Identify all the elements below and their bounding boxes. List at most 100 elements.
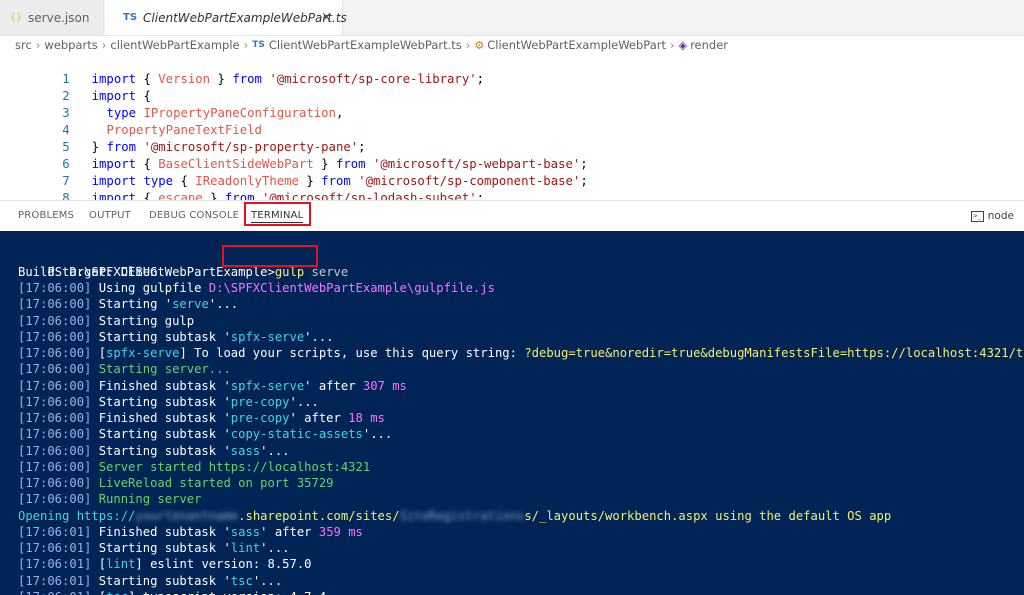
terminal-text: lint xyxy=(106,557,136,572)
timestamp: [17:06:00] xyxy=(18,362,92,377)
terminal-text: Starting subtask ' xyxy=(91,541,231,555)
terminal-line: [17:06:00] Starting subtask 'spfx-serve'… xyxy=(18,329,334,345)
code-line: 2 import { xyxy=(0,71,1024,103)
terminal-text: 18 ms xyxy=(348,411,385,425)
highlight-box xyxy=(244,202,311,226)
redacted-text: yourtenantname xyxy=(135,508,239,523)
code-editor[interactable]: 1 import { Version } from '@microsoft/sp-… xyxy=(0,54,1024,205)
terminal-text: Starting gulp xyxy=(91,313,195,328)
terminal-text: ] eslint version: 8.57.0 xyxy=(135,557,312,572)
terminal-text: pre-copy xyxy=(230,394,290,409)
terminal-text: LiveReload started on port 35729 xyxy=(91,476,334,490)
terminal-text: ' after xyxy=(260,524,319,539)
terminal[interactable]: PS D:\SPFXClientWebPartExample>gulp serv… xyxy=(0,231,1024,595)
tab-label: ClientWebPartExampleWebPart.ts xyxy=(143,10,347,25)
timestamp: [17:06:00] xyxy=(18,313,92,328)
chevron-right-icon: › xyxy=(101,38,107,52)
timestamp: [17:06:00] xyxy=(18,459,92,474)
terminal-text: sass xyxy=(230,524,261,539)
terminal-line: [17:06:00] Finished subtask 'pre-copy' a… xyxy=(18,410,385,426)
method-icon: ◈ xyxy=(678,38,688,52)
terminal-line: [17:06:00] [spfx-serve] To load your scr… xyxy=(18,345,1024,361)
breadcrumb-item-webparts[interactable]: webparts xyxy=(44,38,97,52)
terminal-text: Finished subtask ' xyxy=(91,378,231,393)
terminal-line: [17:06:01] Starting subtask 'tsc'... xyxy=(18,573,282,589)
typescript-file-icon: TS xyxy=(252,40,265,50)
terminal-text: serve xyxy=(172,297,209,312)
terminal-text: Starting subtask ' xyxy=(91,394,231,409)
terminal-text: '... xyxy=(252,573,283,588)
tab-output[interactable]: OUTPUT xyxy=(89,210,131,221)
terminal-icon: >_ xyxy=(970,210,984,222)
chevron-right-icon: › xyxy=(35,38,41,52)
tab-serve-json[interactable]: {} serve.json xyxy=(0,0,104,35)
terminal-text: 307 ms xyxy=(362,378,407,393)
terminal-text: Starting subtask ' xyxy=(91,427,231,442)
panel-tab-bar: PROBLEMS OUTPUT DEBUG CONSOLE TERMINAL >… xyxy=(0,200,1024,231)
terminal-text: '... xyxy=(260,443,290,458)
terminal-text: Starting subtask ' xyxy=(91,329,231,344)
terminal-text: lint xyxy=(230,541,261,555)
code-line: 5} from '@microsoft/sp-property-pane'; xyxy=(0,122,1024,154)
tab-problems[interactable]: PROBLEMS xyxy=(18,210,74,221)
terminal-line: [17:06:00] LiveReload started on port 35… xyxy=(18,475,334,491)
terminal-line: [17:06:01] Starting subtask 'lint'... xyxy=(18,540,290,556)
terminal-text: tsc xyxy=(230,573,253,588)
terminal-line: [17:06:01] [lint] eslint version: 8.57.0 xyxy=(18,556,312,572)
terminal-text: Finished subtask ' xyxy=(91,524,231,539)
chevron-right-icon: › xyxy=(669,38,675,52)
terminal-text: D:\SPFXClientWebPartExample\gulpfile.js xyxy=(208,281,495,295)
timestamp: [17:06:00] xyxy=(18,394,92,409)
terminal-line: [17:06:00] Server started https://localh… xyxy=(18,459,370,475)
terminal-text: spfx-serve xyxy=(230,329,305,344)
terminal-text: Starting server... xyxy=(91,362,231,377)
terminal-text: tsc xyxy=(106,590,128,595)
terminal-text: sass xyxy=(230,443,261,458)
terminal-text: '... xyxy=(260,541,290,555)
typescript-file-icon: TS xyxy=(123,12,138,23)
terminal-text: ?debug=true&noredir=true&debugManifestsF… xyxy=(524,346,1024,360)
terminal-line: [17:06:00] Finished subtask 'spfx-serve'… xyxy=(18,378,407,394)
tab-clientwebpartexamplewebpart-ts[interactable]: TS ClientWebPartExampleWebPart.ts × xyxy=(105,0,347,35)
editor-tab-bar: {} serve.json TS ClientWebPartExampleWeb… xyxy=(0,0,1024,36)
timestamp: [17:06:01] xyxy=(18,557,92,572)
terminal-text: pre-copy xyxy=(230,411,290,425)
terminal-text: ' after xyxy=(304,378,363,393)
breadcrumb-item-class[interactable]: ClientWebPartExampleWebPart xyxy=(487,38,666,52)
timestamp: [17:06:00] xyxy=(18,329,92,344)
timestamp: [17:06:00] xyxy=(18,492,92,507)
terminal-text: spfx-serve xyxy=(106,346,180,360)
close-icon[interactable]: × xyxy=(321,10,332,25)
breadcrumb-item-method[interactable]: render xyxy=(690,38,728,52)
terminal-text: .sharepoint.com/sites/ xyxy=(238,508,400,523)
terminal-line: [17:06:01] [tsc] typescript version: 4.7… xyxy=(18,589,326,595)
tab-debug-console[interactable]: DEBUG CONSOLE xyxy=(149,210,239,221)
terminal-line: [17:06:00] Starting subtask 'pre-copy'..… xyxy=(18,394,319,410)
json-file-icon: {} xyxy=(10,12,23,23)
timestamp: [17:06:01] xyxy=(18,590,91,595)
terminal-line: [17:06:00] Starting server... xyxy=(18,361,231,377)
terminal-text: Starting subtask ' xyxy=(91,573,231,588)
breadcrumb-item-src[interactable]: src xyxy=(15,38,32,52)
code-line: 1 import { Version } from '@microsoft/sp-… xyxy=(0,54,1024,86)
timestamp: [17:06:00] xyxy=(18,346,92,360)
class-icon: ⚙ xyxy=(474,38,485,52)
timestamp: [17:06:01] xyxy=(18,573,92,588)
terminal-text: Opening https:// xyxy=(18,508,136,523)
terminal-text: Starting subtask ' xyxy=(91,443,231,458)
terminal-line: [17:06:00] Starting subtask 'copy-static… xyxy=(18,426,392,442)
terminal-shell-selector[interactable]: >_ node xyxy=(970,210,1014,222)
breadcrumb-item-file[interactable]: ClientWebPartExampleWebPart.ts xyxy=(269,38,462,52)
breadcrumb-item-folder[interactable]: clientWebPartExample xyxy=(110,38,239,52)
code-line: 8 import { escape } from '@microsoft/sp-l… xyxy=(0,173,1024,205)
terminal-text: '... xyxy=(208,297,239,312)
terminal-line: [17:06:01] Finished subtask 'sass' after… xyxy=(18,524,363,540)
terminal-text: s/_layouts/workbench.aspx using the defa… xyxy=(524,508,892,523)
breadcrumb: src › webparts › clientWebPartExample › … xyxy=(0,36,1024,54)
timestamp: [17:06:01] xyxy=(18,541,92,555)
terminal-text: ] To load your scripts, use this query s… xyxy=(179,346,525,360)
terminal-text: Running server xyxy=(91,492,202,507)
terminal-text: Starting ' xyxy=(91,297,173,312)
code-line: 3 type IPropertyPaneConfiguration, xyxy=(0,88,1024,120)
terminal-text: spfx-serve xyxy=(230,378,305,393)
